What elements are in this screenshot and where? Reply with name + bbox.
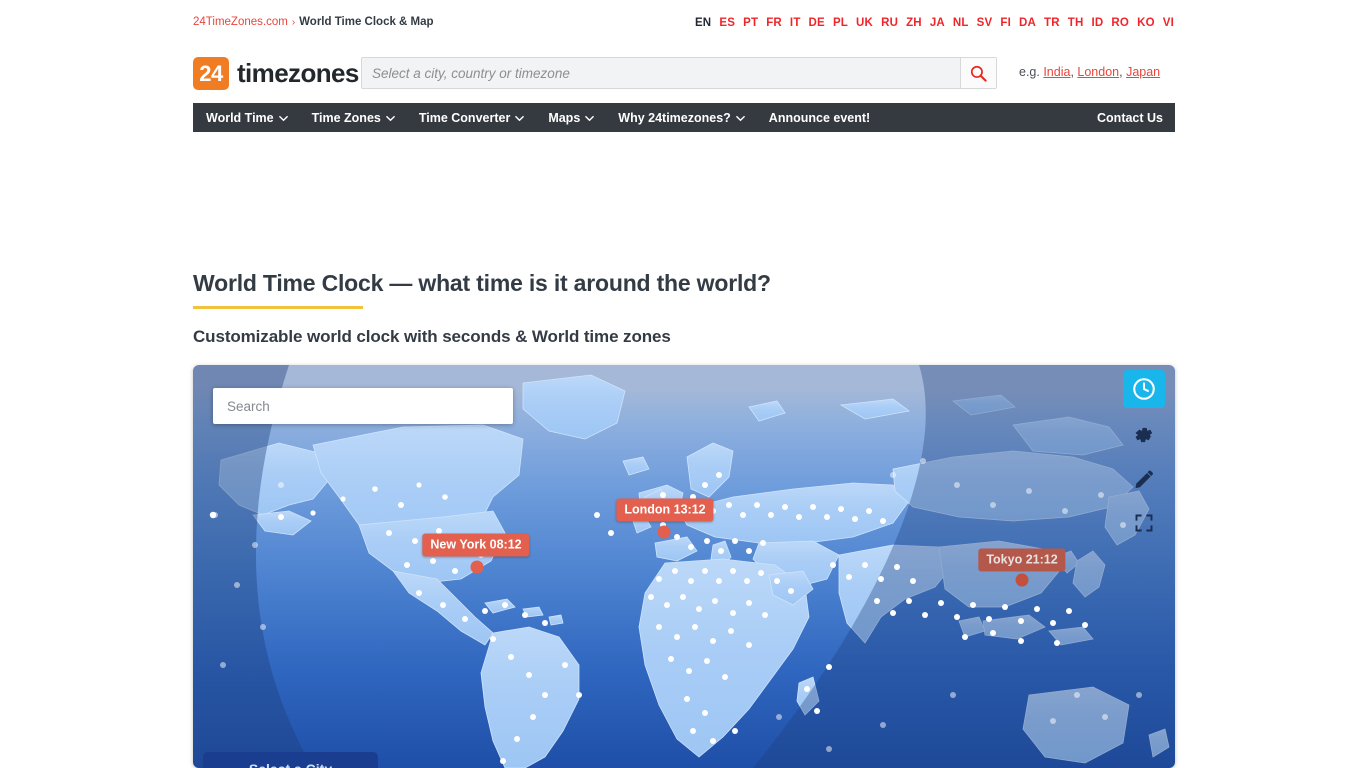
- lang-pt[interactable]: PT: [743, 17, 758, 29]
- chevron-down-icon: [386, 112, 395, 122]
- breadcrumb-site-link[interactable]: 24TimeZones.com: [193, 16, 288, 28]
- clock-tool-button[interactable]: [1123, 370, 1165, 408]
- nav-label-announce-event: Announce event!: [768, 110, 871, 125]
- city-label[interactable]: New York 08:12: [422, 533, 530, 557]
- clock-icon: [1133, 378, 1155, 400]
- ad-slot: [193, 142, 1175, 252]
- nav-item-contact-us[interactable]: Contact Us: [1085, 103, 1175, 132]
- page-title: World Time Clock — what time is it aroun…: [193, 270, 771, 296]
- top-bar: 24TimeZones.com › World Time Clock & Map E…: [0, 0, 1366, 40]
- lang-sv[interactable]: SV: [977, 17, 993, 29]
- lang-vi[interactable]: VI: [1163, 17, 1174, 29]
- lang-es[interactable]: ES: [719, 17, 735, 29]
- city-dot[interactable]: [470, 560, 484, 574]
- breadcrumb-separator-icon: ›: [291, 17, 296, 28]
- nav-label-time-converter: Time Converter: [418, 110, 511, 125]
- nav-label-time-zones: Time Zones: [311, 110, 381, 125]
- lang-ro[interactable]: RO: [1111, 17, 1129, 29]
- lang-pl[interactable]: PL: [833, 17, 848, 29]
- nav-label-contact-us: Contact Us: [1097, 110, 1163, 125]
- lang-fi[interactable]: FI: [1000, 17, 1011, 29]
- search-icon: [970, 65, 987, 82]
- main-nav: World Time Time Zones Time Converter Map…: [193, 103, 1175, 132]
- lang-ru[interactable]: RU: [881, 17, 898, 29]
- search-input[interactable]: [362, 58, 960, 88]
- chevron-down-icon: [585, 112, 595, 122]
- lang-zh[interactable]: ZH: [906, 17, 922, 29]
- fullscreen-tool-button[interactable]: [1123, 502, 1165, 544]
- pencil-icon: [1135, 470, 1154, 488]
- settings-tool-button[interactable]: [1123, 414, 1165, 456]
- lang-ko[interactable]: KO: [1137, 17, 1155, 29]
- city-label[interactable]: Tokyo 21:12: [978, 548, 1066, 572]
- nav-item-why-24timezones[interactable]: Why 24timezones?: [606, 103, 757, 132]
- header-row: 24 timezones e.g. India, London, Japan: [193, 52, 1175, 94]
- nav-item-maps[interactable]: Maps: [536, 103, 606, 132]
- page-root: 24TimeZones.com › World Time Clock & Map E…: [0, 0, 1366, 768]
- edit-tool-button[interactable]: [1123, 458, 1165, 500]
- lang-ja[interactable]: JA: [930, 17, 945, 29]
- nav-label-maps: Maps: [548, 110, 581, 125]
- title-underline: [193, 306, 363, 309]
- city-dot[interactable]: [657, 525, 671, 539]
- lang-fr[interactable]: FR: [766, 17, 782, 29]
- world-clock-map[interactable]: New York 08:12 London 13:12 Tokyo 21:12 …: [193, 365, 1175, 768]
- search-examples: e.g. India, London, Japan: [1019, 65, 1160, 79]
- chevron-down-icon: [278, 112, 288, 122]
- language-switcher[interactable]: EN ES PT FR IT DE PL UK RU ZH JA NL SV FI DA TR TH ID RO KO…: [695, 15, 1174, 31]
- site-logo[interactable]: 24 timezones: [193, 52, 359, 94]
- map-search-box[interactable]: [213, 388, 513, 424]
- lang-en[interactable]: EN: [695, 17, 711, 29]
- lang-de[interactable]: DE: [809, 17, 825, 29]
- city-dot[interactable]: [1015, 573, 1029, 587]
- lang-da[interactable]: DA: [1019, 17, 1036, 29]
- nav-item-announce-event[interactable]: Announce event!: [757, 103, 882, 132]
- logo-badge: 24: [193, 56, 229, 90]
- city-label[interactable]: London 13:12: [616, 498, 714, 522]
- lang-it[interactable]: IT: [790, 17, 801, 29]
- nav-item-time-zones[interactable]: Time Zones: [300, 103, 407, 132]
- nav-label-world-time: World Time: [206, 110, 274, 125]
- logo-wordmark: timezones: [237, 57, 359, 88]
- nav-item-world-time[interactable]: World Time: [193, 103, 300, 132]
- breadcrumb: 24TimeZones.com › World Time Clock & Map: [193, 14, 434, 31]
- select-city-button[interactable]: Select a City: [203, 752, 378, 768]
- gear-icon: [1135, 427, 1153, 443]
- map-search-input[interactable]: [213, 398, 513, 414]
- example-link-london[interactable]: London: [1077, 65, 1119, 79]
- fullscreen-icon: [1135, 514, 1153, 532]
- chevron-down-icon: [735, 112, 745, 122]
- lang-id[interactable]: ID: [1092, 17, 1104, 29]
- breadcrumb-current: World Time Clock & Map: [299, 16, 434, 28]
- chevron-down-icon: [515, 112, 525, 122]
- lang-uk[interactable]: UK: [856, 17, 873, 29]
- page-subtitle: Customizable world clock with seconds & …: [193, 327, 671, 346]
- example-link-india[interactable]: India: [1043, 65, 1070, 79]
- lang-th[interactable]: TH: [1068, 17, 1084, 29]
- site-search[interactable]: [361, 57, 997, 89]
- nav-item-time-converter[interactable]: Time Converter: [407, 103, 536, 132]
- lang-tr[interactable]: TR: [1044, 17, 1060, 29]
- search-button[interactable]: [960, 58, 996, 88]
- example-link-japan[interactable]: Japan: [1126, 65, 1160, 79]
- night-shade-left: [193, 365, 313, 768]
- nav-label-why-24timezones: Why 24timezones?: [618, 110, 731, 125]
- map-toolbar: [1123, 370, 1165, 544]
- examples-prefix: e.g.: [1019, 65, 1044, 79]
- lang-nl[interactable]: NL: [953, 17, 969, 29]
